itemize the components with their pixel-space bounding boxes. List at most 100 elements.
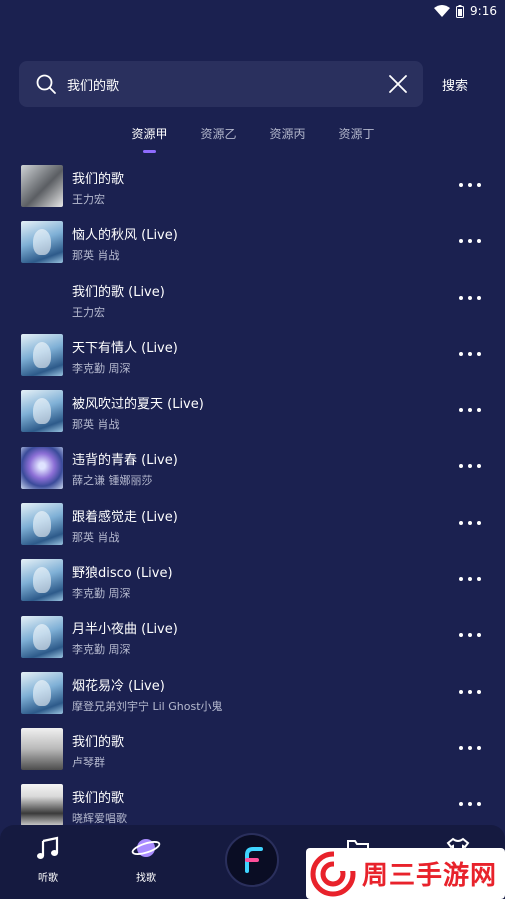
song-row[interactable]: 烟花易冷 (Live) 摩登兄弟刘宇宁 Lil Ghost小鬼 [0,665,505,721]
watermark-text: 周三手游网 [362,861,498,891]
more-options-button[interactable] [459,236,481,246]
more-dot-icon [468,689,472,694]
more-dot-icon [477,520,481,525]
search-row: 搜索 [19,61,491,107]
song-row[interactable]: 我们的歌 王力宏 [0,158,505,214]
more-dot-icon [468,295,472,300]
search-input[interactable] [67,76,385,92]
song-artist: 摩登兄弟刘宇宁 Lil Ghost小鬼 [72,699,223,713]
more-dot-icon [459,802,463,807]
more-dot-icon [477,239,481,244]
song-row[interactable]: 恼人的秋风 (Live) 那英 肖战 [0,214,505,270]
status-bar: 9:16 [0,0,505,22]
player-button[interactable] [225,833,279,887]
album-cover [21,559,63,602]
watermark: 周三手游网 [306,848,505,899]
source-tabs: 资源甲 资源乙 资源丙 资源丁 [115,122,391,156]
more-dot-icon [468,239,472,244]
song-artist: 李克勤 周深 [72,361,131,375]
more-options-button[interactable] [459,405,481,415]
wifi-icon [434,5,451,17]
nav-listen[interactable]: 听歌 [18,835,78,884]
more-dot-icon [459,633,463,638]
song-title: 烟花易冷 (Live) [72,678,165,694]
song-title: 我们的歌 (Live) [72,284,165,300]
song-artist: 晓辉爱唱歌 [72,812,127,826]
more-dot-icon [468,351,472,356]
more-dot-icon [477,577,481,582]
more-dot-icon [459,183,463,187]
song-title: 被风吹过的夏天 (Live) [72,397,204,413]
song-artist: 李克勤 周深 [72,643,131,657]
more-dot-icon [468,464,472,469]
more-dot-icon [459,408,463,413]
album-cover [21,671,63,714]
more-dot-icon [468,408,472,413]
tab-source-a[interactable]: 资源甲 [115,122,184,156]
more-dot-icon [468,520,472,525]
song-row[interactable]: 月半小夜曲 (Live) 李克勤 周深 [0,608,505,664]
more-dot-icon [468,745,472,750]
more-options-button[interactable] [459,574,481,584]
song-title: 跟着感觉走 (Live) [72,509,178,525]
more-options-button[interactable] [459,180,481,190]
tab-source-b[interactable]: 资源乙 [184,122,253,156]
more-dot-icon [468,633,472,638]
app-logo-icon [245,847,263,873]
song-row[interactable]: 跟着感觉走 (Live) 那英 肖战 [0,496,505,552]
close-icon [389,75,407,93]
more-dot-icon [477,183,481,187]
more-options-button[interactable] [459,687,481,697]
music-note-icon [37,836,59,859]
more-options-button[interactable] [459,518,481,528]
song-artist: 王力宏 [72,193,105,206]
song-artist: 卢琴群 [72,755,105,769]
more-dot-icon [477,633,481,638]
more-options-button[interactable] [459,799,481,809]
more-dot-icon [477,745,481,750]
album-cover [21,278,63,320]
song-row[interactable]: 我们的歌 卢琴群 [0,721,505,777]
more-options-button[interactable] [459,461,481,471]
more-options-button[interactable] [459,349,481,359]
song-artist: 那英 肖战 [72,249,120,263]
song-title: 我们的歌 [72,791,125,807]
more-dot-icon [477,464,481,469]
song-list: 我们的歌 王力宏 恼人的秋风 (Live) 那英 肖战 我们的歌 (Live) 王力宏 天下… [0,158,505,834]
more-dot-icon [459,689,463,694]
song-title: 恼人的秋风 (Live) [72,228,178,244]
song-row[interactable]: 野狼disco (Live) 李克勤 周深 [0,552,505,608]
song-title: 违背的青春 (Live) [72,453,178,469]
more-dot-icon [477,408,481,413]
search-button[interactable]: 搜索 [442,75,468,94]
more-options-button[interactable] [459,630,481,640]
more-dot-icon [468,183,472,187]
album-cover [21,728,63,771]
album-cover [21,390,63,433]
album-cover [21,446,63,489]
more-dot-icon [459,745,463,750]
album-cover [21,615,63,658]
more-dot-icon [477,689,481,694]
album-cover [21,334,63,377]
song-row[interactable]: 被风吹过的夏天 (Live) 那英 肖战 [0,383,505,439]
more-dot-icon [477,802,481,807]
nav-listen-label: 听歌 [38,873,58,884]
more-dot-icon [468,577,472,582]
more-dot-icon [459,520,463,525]
more-options-button[interactable] [459,743,481,753]
song-title: 天下有情人 (Live) [72,340,178,356]
song-row[interactable]: 天下有情人 (Live) 李克勤 周深 [0,327,505,383]
song-artist: 那英 肖战 [72,418,120,432]
more-dot-icon [459,295,463,300]
clear-search-button[interactable] [385,71,411,97]
nav-find[interactable]: 找歌 [116,835,176,884]
song-row[interactable]: 违背的青春 (Live) 薛之谦 锺娜丽莎 [0,439,505,495]
song-row[interactable]: 我们的歌 (Live) 王力宏 [0,271,505,327]
more-options-button[interactable] [459,293,481,303]
more-dot-icon [468,802,472,807]
song-artist: 李克勤 周深 [72,587,131,601]
album-cover [21,165,63,208]
tab-source-d[interactable]: 资源丁 [322,122,391,156]
tab-source-c[interactable]: 资源丙 [253,122,322,156]
